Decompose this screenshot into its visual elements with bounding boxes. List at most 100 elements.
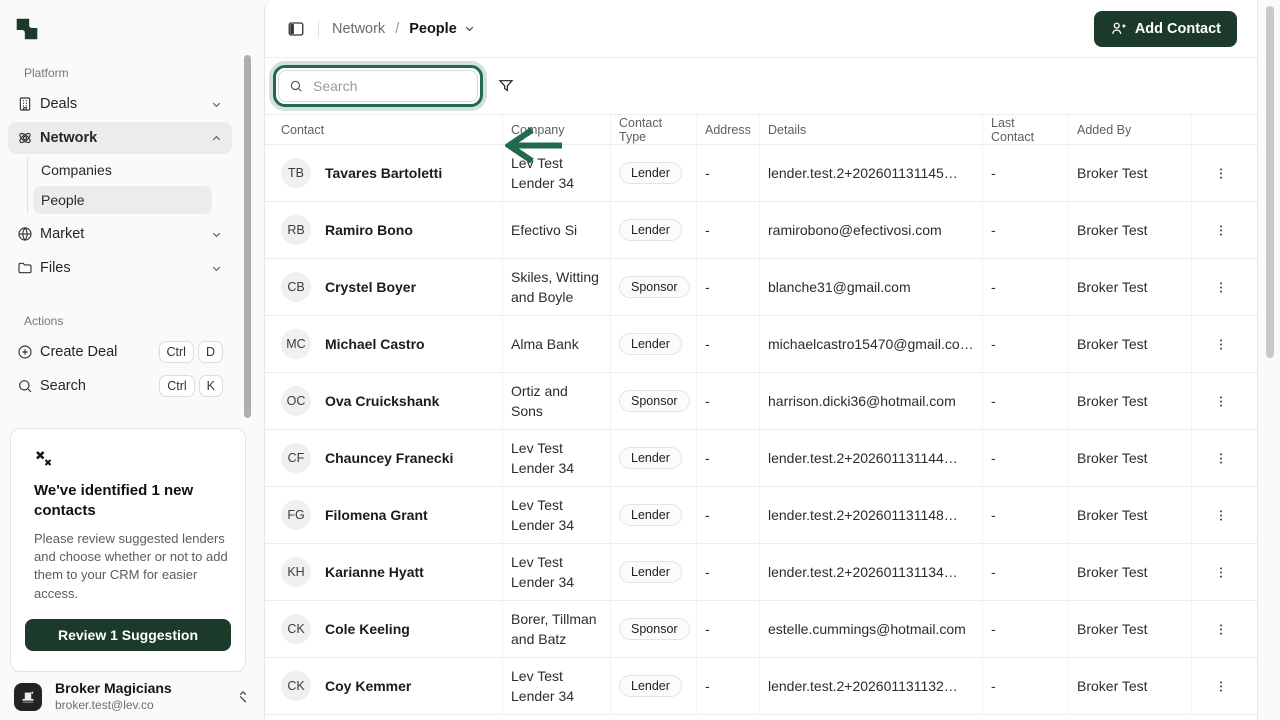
- avatar: KH: [281, 557, 311, 587]
- contact-name[interactable]: Coy Kemmer: [325, 678, 411, 694]
- contact-cell[interactable]: CK Cole Keeling: [273, 601, 503, 657]
- company-cell: Borer, Tillman and Batz: [503, 601, 611, 657]
- contact-name[interactable]: Michael Castro: [325, 336, 425, 352]
- contact-name[interactable]: Tavares Bartoletti: [325, 165, 442, 181]
- breadcrumb-section[interactable]: Network: [332, 21, 385, 37]
- filter-funnel-icon[interactable]: [498, 78, 514, 94]
- sidebar-scrollbar[interactable]: [244, 55, 251, 418]
- row-actions-cell: [1192, 259, 1249, 315]
- kebab-menu-icon[interactable]: [1208, 388, 1234, 414]
- avatar: CB: [281, 272, 311, 302]
- table-row[interactable]: OC Ova Cruickshank Ortiz and Sons Sponso…: [265, 373, 1257, 430]
- page-scrollbar[interactable]: [1266, 6, 1274, 358]
- column-header-contact[interactable]: Contact: [273, 115, 503, 144]
- contact-cell[interactable]: FG Filomena Grant: [273, 487, 503, 543]
- address-cell: -: [697, 145, 760, 201]
- sidebar-search-button[interactable]: Search Ctrl K: [8, 370, 232, 402]
- sidebar-item-people[interactable]: People: [33, 186, 212, 214]
- last-contact-cell: -: [983, 544, 1069, 600]
- sidebar-item-files[interactable]: Files: [8, 252, 232, 284]
- create-deal-button[interactable]: Create Deal Ctrl D: [8, 336, 232, 368]
- actions-section-label: Actions: [8, 314, 232, 328]
- contact-cell[interactable]: CK Coy Kemmer: [273, 658, 503, 714]
- address-cell: -: [697, 202, 760, 258]
- added-by-cell: Broker Test: [1069, 658, 1192, 714]
- column-header-added-by[interactable]: Added By: [1069, 115, 1192, 144]
- contact-name[interactable]: Crystel Boyer: [325, 279, 416, 295]
- sidebar-item-network[interactable]: Network: [8, 122, 232, 154]
- contact-cell[interactable]: RB Ramiro Bono: [273, 202, 503, 258]
- table-row[interactable]: TB Tavares Bartoletti Lev Test Lender 34…: [265, 145, 1257, 202]
- contact-type-badge: Lender: [619, 561, 682, 583]
- app: Platform Deals Network: [0, 0, 1280, 720]
- kebab-menu-icon[interactable]: [1208, 331, 1234, 357]
- avatar: TB: [281, 158, 311, 188]
- contact-name[interactable]: Karianne Hyatt: [325, 564, 424, 580]
- workspace-switcher[interactable]: Broker Magicians broker.test@lev.co: [0, 672, 264, 719]
- shortcut-keys: Ctrl D: [159, 341, 223, 363]
- kebab-menu-icon[interactable]: [1208, 502, 1234, 528]
- sidebar-item-market[interactable]: Market: [8, 218, 232, 250]
- kebab-menu-icon[interactable]: [1208, 673, 1234, 699]
- added-by-cell: Broker Test: [1069, 487, 1192, 543]
- added-by-cell: Broker Test: [1069, 202, 1192, 258]
- added-by-cell: Broker Test: [1069, 259, 1192, 315]
- sparkle-x-icon: [34, 449, 54, 469]
- table-row[interactable]: MC Michael Castro Alma Bank Lender - mic…: [265, 316, 1257, 373]
- details-cell: estelle.cummings@hotmail.com: [760, 601, 983, 657]
- key-k: K: [199, 375, 223, 397]
- table-row[interactable]: FG Filomena Grant Lev Test Lender 34 Len…: [265, 487, 1257, 544]
- column-header-company[interactable]: Company: [503, 115, 611, 144]
- avatar: OC: [281, 386, 311, 416]
- last-contact-cell: -: [983, 658, 1069, 714]
- search-icon: [289, 79, 303, 93]
- table-row[interactable]: KH Karianne Hyatt Lev Test Lender 34 Len…: [265, 544, 1257, 601]
- contact-type-badge: Sponsor: [619, 618, 690, 640]
- table-row[interactable]: CB Crystel Boyer Skiles, Witting and Boy…: [265, 259, 1257, 316]
- kebab-menu-icon[interactable]: [1208, 616, 1234, 642]
- kebab-menu-icon[interactable]: [1208, 217, 1234, 243]
- contact-name[interactable]: Filomena Grant: [325, 507, 428, 523]
- last-contact-cell: -: [983, 202, 1069, 258]
- contact-cell[interactable]: KH Karianne Hyatt: [273, 544, 503, 600]
- contact-name[interactable]: Chauncey Franecki: [325, 450, 453, 466]
- company-cell: Lev Test Lender 34: [503, 487, 611, 543]
- sidebar-item-deals[interactable]: Deals: [8, 88, 232, 120]
- table-row[interactable]: CK Cole Keeling Borer, Tillman and Batz …: [265, 601, 1257, 658]
- column-header-contact-type[interactable]: Contact Type: [611, 115, 697, 144]
- workspace-info: Broker Magicians broker.test@lev.co: [55, 680, 172, 713]
- review-suggestion-button[interactable]: Review 1 Suggestion: [25, 619, 231, 651]
- search-field[interactable]: [278, 70, 478, 102]
- table-row[interactable]: CF Chauncey Franecki Lev Test Lender 34 …: [265, 430, 1257, 487]
- chevron-down-icon: [210, 262, 223, 275]
- sidebar-item-companies[interactable]: Companies: [33, 156, 212, 184]
- contact-cell[interactable]: OC Ova Cruickshank: [273, 373, 503, 429]
- kebab-menu-icon[interactable]: [1208, 160, 1234, 186]
- column-header-details[interactable]: Details: [760, 115, 983, 144]
- breadcrumb-page[interactable]: People: [409, 21, 476, 37]
- kebab-menu-icon[interactable]: [1208, 445, 1234, 471]
- row-actions-cell: [1192, 373, 1249, 429]
- app-logo-icon[interactable]: [14, 16, 40, 42]
- contact-cell[interactable]: TB Tavares Bartoletti: [273, 145, 503, 201]
- address-cell: -: [697, 601, 760, 657]
- contact-name[interactable]: Ova Cruickshank: [325, 393, 439, 409]
- contact-cell[interactable]: CB Crystel Boyer: [273, 259, 503, 315]
- row-actions-cell: [1192, 430, 1249, 486]
- column-header-last-contact[interactable]: Last Contact: [983, 115, 1069, 144]
- column-header-address[interactable]: Address: [697, 115, 760, 144]
- contact-cell[interactable]: CF Chauncey Franecki: [273, 430, 503, 486]
- contact-name[interactable]: Cole Keeling: [325, 621, 410, 637]
- contact-cell[interactable]: MC Michael Castro: [273, 316, 503, 372]
- table-row[interactable]: RB Ramiro Bono Efectivo Si Lender - rami…: [265, 202, 1257, 259]
- kebab-menu-icon[interactable]: [1208, 274, 1234, 300]
- search-input[interactable]: [311, 77, 461, 95]
- table-row[interactable]: CK Coy Kemmer Lev Test Lender 34 Lender …: [265, 658, 1257, 715]
- suggestion-card: We've identified 1 new contacts Please r…: [10, 428, 246, 672]
- sidebar-toggle-icon[interactable]: [287, 20, 305, 38]
- address-cell: -: [697, 544, 760, 600]
- kebab-menu-icon[interactable]: [1208, 559, 1234, 585]
- add-contact-button[interactable]: Add Contact: [1094, 11, 1237, 47]
- contact-name[interactable]: Ramiro Bono: [325, 222, 413, 238]
- details-cell: lender.test.2+202601131144…: [760, 430, 983, 486]
